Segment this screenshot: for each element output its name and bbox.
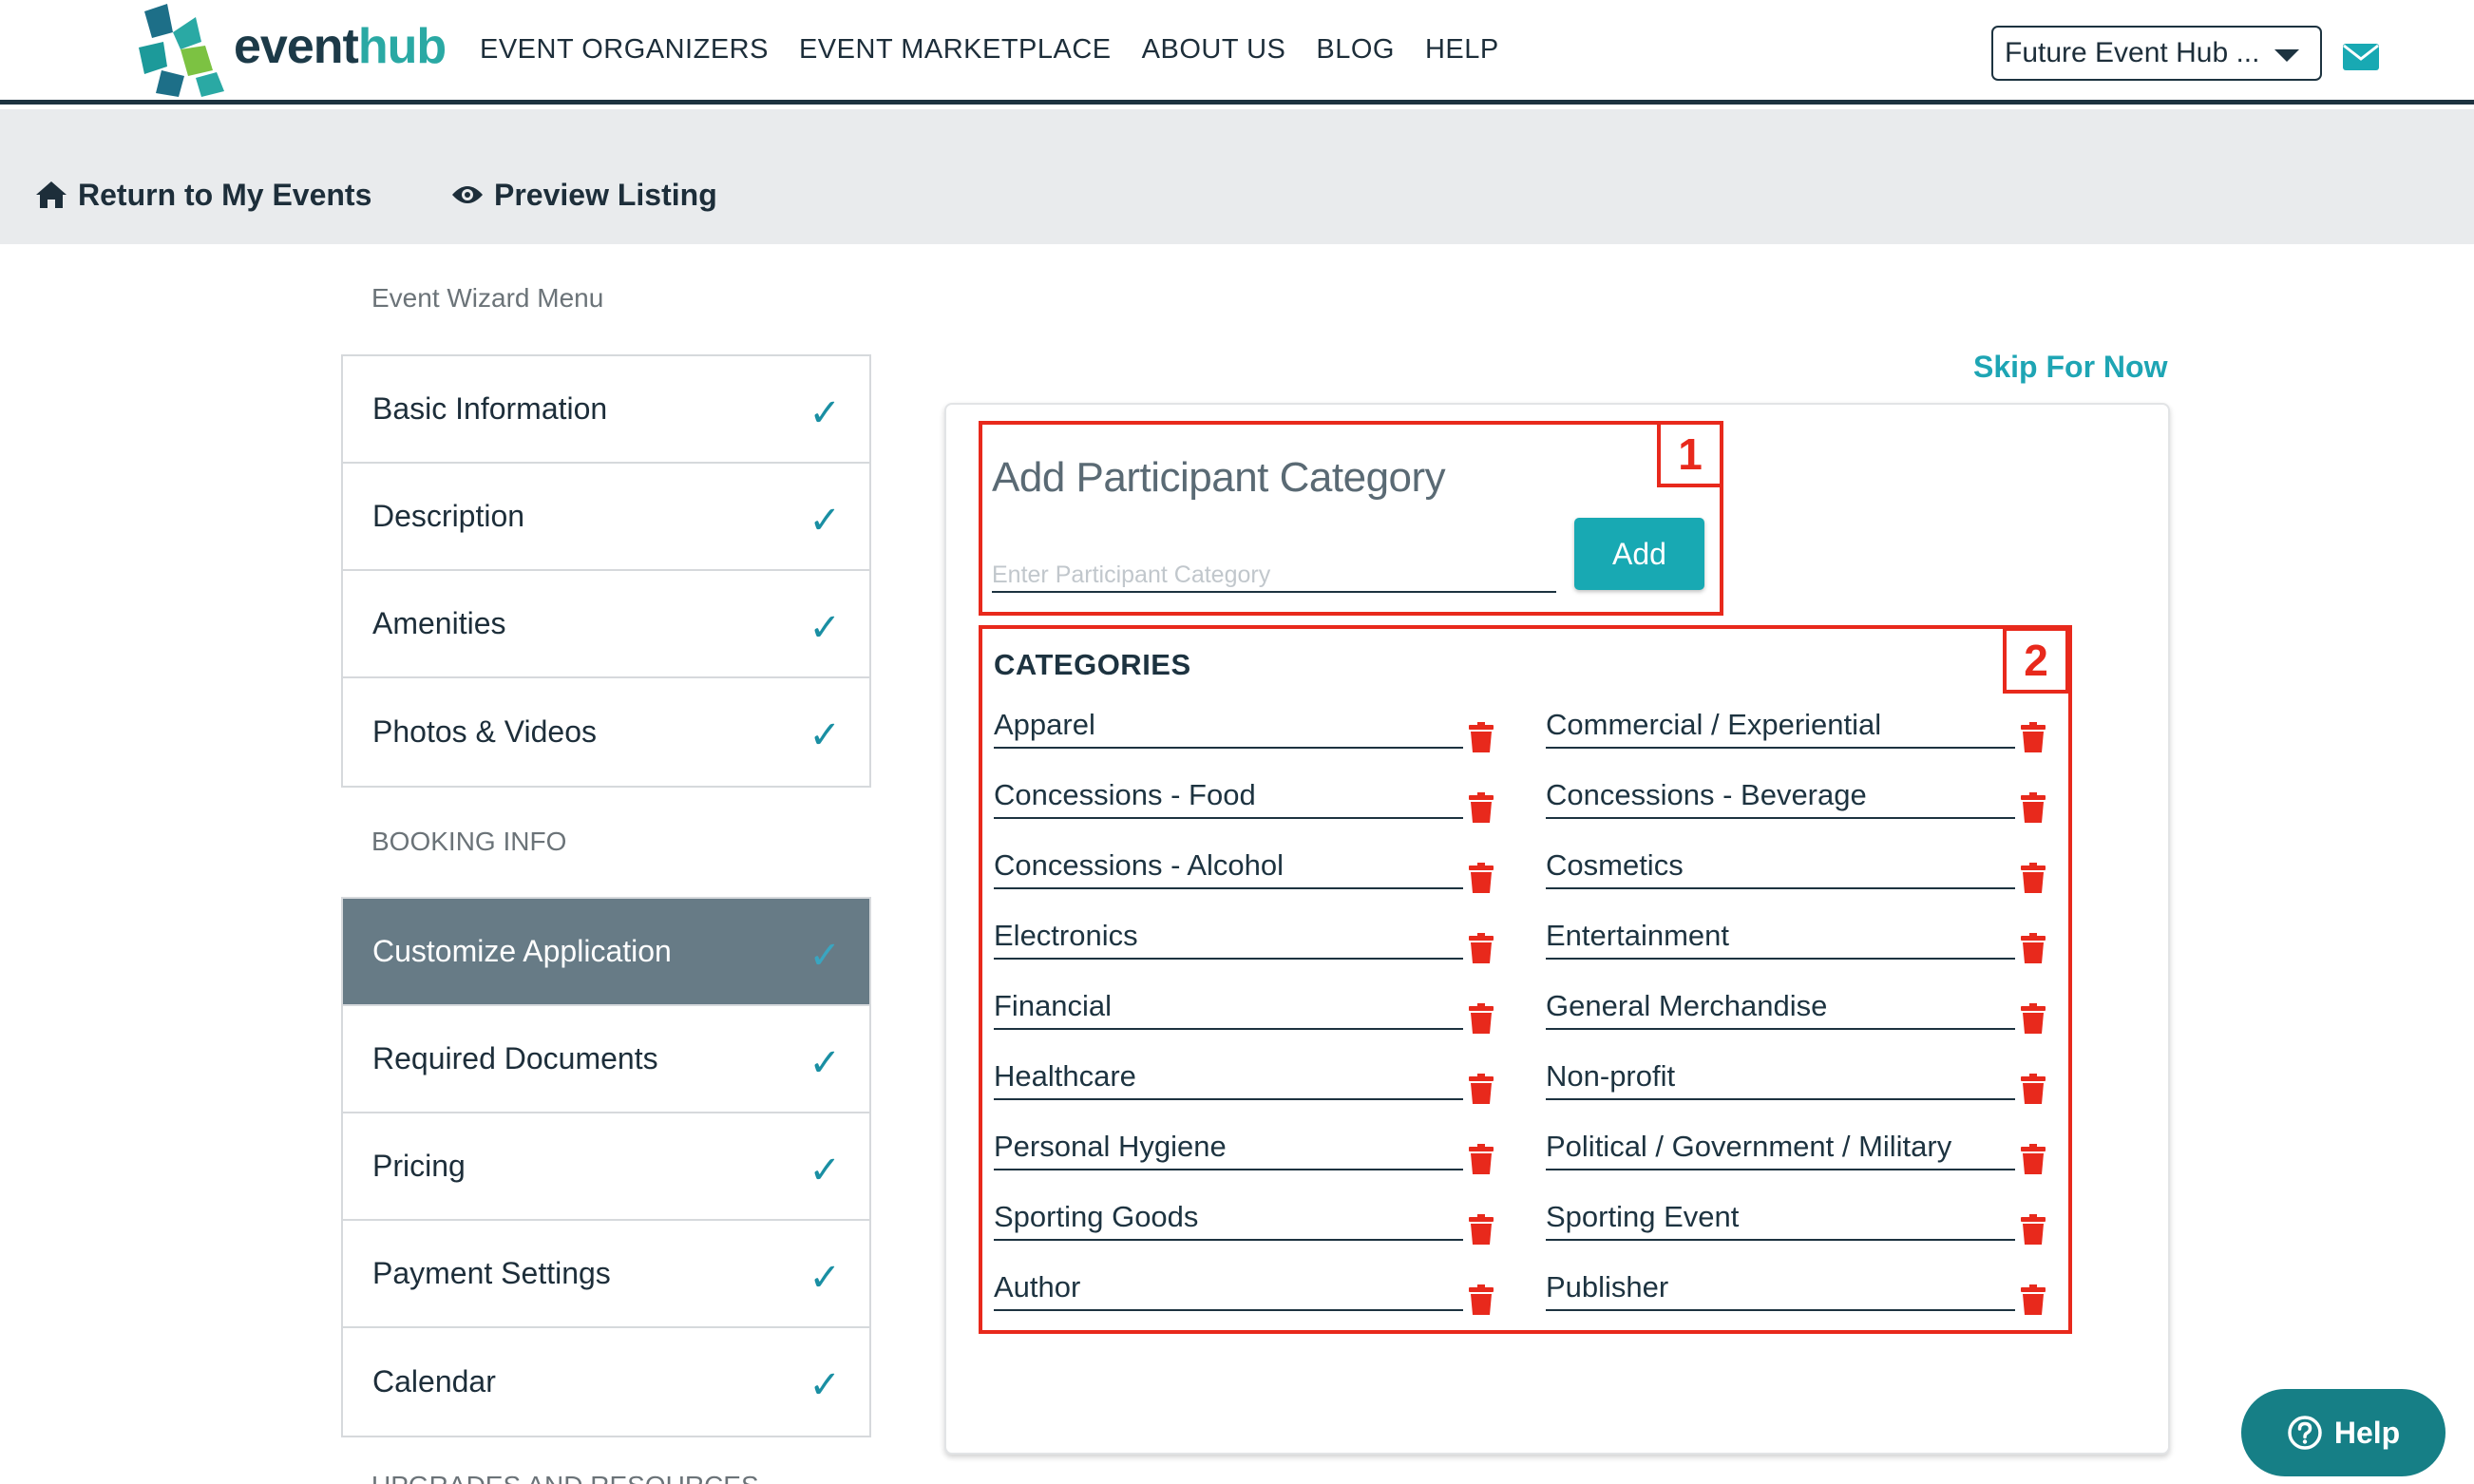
- main-nav: EVENT ORGANIZERS EVENT MARKETPLACE ABOUT…: [480, 34, 1499, 66]
- categories-heading: CATEGORIES: [994, 648, 1191, 681]
- return-to-my-events-link[interactable]: Return to My Events: [34, 176, 371, 214]
- event-action-bar: Return to My Events Preview Listing: [0, 109, 2474, 244]
- category-item[interactable]: Sporting Event: [1546, 1201, 2015, 1241]
- checkmark-icon: ✓: [809, 934, 841, 978]
- question-circle-icon: [2288, 1416, 2322, 1450]
- sidebar-item-label: Basic Information: [372, 391, 608, 426]
- sidebar-item-label: Payment Settings: [372, 1256, 611, 1290]
- trash-icon[interactable]: [2021, 933, 2046, 963]
- category-item[interactable]: Cosmetics: [1546, 849, 2015, 889]
- category-item[interactable]: Sporting Goods: [994, 1201, 1463, 1241]
- envelope-icon[interactable]: [2342, 43, 2380, 71]
- category-item[interactable]: Concessions - Alcohol: [994, 849, 1463, 889]
- account-dropdown-value: Future Event Hub ...: [2005, 37, 2260, 68]
- nav-help[interactable]: HELP: [1425, 34, 1499, 66]
- upgrades-resources-heading: UPGRADES AND RESOURCES: [371, 1471, 759, 1484]
- return-to-my-events-label: Return to My Events: [78, 177, 372, 212]
- sidebar-item-pricing[interactable]: Pricing ✓: [343, 1113, 869, 1221]
- sidebar-item-label: Required Documents: [372, 1041, 658, 1075]
- trash-icon[interactable]: [1469, 1144, 1494, 1174]
- checkmark-icon: ✓: [809, 1363, 841, 1407]
- top-navbar: eventhub EVENT ORGANIZERS EVENT MARKETPL…: [0, 0, 2474, 105]
- trash-icon[interactable]: [2021, 1144, 2046, 1174]
- trash-icon[interactable]: [2021, 1284, 2046, 1315]
- trash-icon[interactable]: [1469, 933, 1494, 963]
- category-item[interactable]: Entertainment: [1546, 920, 2015, 960]
- annotation-badge-2: 2: [2003, 627, 2069, 694]
- checkmark-icon: ✓: [809, 713, 841, 757]
- category-item[interactable]: Apparel: [994, 709, 1463, 749]
- nav-event-marketplace[interactable]: EVENT MARKETPLACE: [799, 34, 1112, 66]
- trash-icon[interactable]: [1469, 722, 1494, 752]
- checkmark-icon: ✓: [809, 606, 841, 650]
- sidebar-item-calendar[interactable]: Calendar ✓: [343, 1328, 869, 1436]
- sidebar-item-label: Description: [372, 499, 525, 533]
- nav-blog[interactable]: BLOG: [1316, 34, 1395, 66]
- category-item[interactable]: Commercial / Experiential: [1546, 709, 2015, 749]
- sidebar-item-label: Calendar: [372, 1364, 496, 1398]
- checkmark-icon: ✓: [809, 391, 841, 435]
- account-dropdown[interactable]: Future Event Hub ...: [1991, 26, 2322, 81]
- preview-listing-label: Preview Listing: [494, 177, 717, 212]
- trash-icon[interactable]: [2021, 1003, 2046, 1034]
- eventhub-logo[interactable]: eventhub: [135, 4, 447, 99]
- category-item[interactable]: Personal Hygiene: [994, 1131, 1463, 1170]
- trash-icon[interactable]: [2021, 722, 2046, 752]
- sidebar-item-required-documents[interactable]: Required Documents ✓: [343, 1006, 869, 1113]
- trash-icon[interactable]: [2021, 1074, 2046, 1104]
- annotation-badge-1: 1: [1657, 421, 1723, 487]
- category-item[interactable]: Non-profit: [1546, 1060, 2015, 1100]
- logo-mark-icon: [139, 4, 224, 97]
- help-label: Help: [2333, 1415, 2401, 1450]
- home-icon: [36, 181, 67, 208]
- category-item[interactable]: Electronics: [994, 920, 1463, 960]
- nav-about-us[interactable]: ABOUT US: [1142, 34, 1286, 66]
- caret-down-icon: [2274, 49, 2299, 62]
- checkmark-icon: ✓: [809, 1041, 841, 1085]
- sidebar-item-label: Amenities: [372, 606, 506, 640]
- booking-info-heading: BOOKING INFO: [371, 827, 567, 856]
- eye-icon: [452, 186, 483, 203]
- help-widget-button[interactable]: Help: [2241, 1389, 2445, 1476]
- trash-icon[interactable]: [1469, 863, 1494, 893]
- trash-icon[interactable]: [1469, 1074, 1494, 1104]
- logo-wordmark: eventhub: [234, 19, 447, 74]
- sidebar-item-basic-information[interactable]: Basic Information ✓: [343, 356, 869, 464]
- trash-icon[interactable]: [2021, 863, 2046, 893]
- wizard-menu-list: Basic Information ✓ Description ✓ Amenit…: [341, 354, 871, 788]
- sidebar-item-label: Customize Application: [372, 934, 672, 968]
- sidebar-item-label: Pricing: [372, 1149, 466, 1183]
- category-item[interactable]: Healthcare: [994, 1060, 1463, 1100]
- category-item[interactable]: Concessions - Food: [994, 779, 1463, 819]
- preview-listing-link[interactable]: Preview Listing: [450, 176, 717, 214]
- trash-icon[interactable]: [1469, 1003, 1494, 1034]
- sidebar-item-description[interactable]: Description ✓: [343, 464, 869, 571]
- category-item[interactable]: Concessions - Beverage: [1546, 779, 2015, 819]
- trash-icon[interactable]: [1469, 792, 1494, 823]
- category-item[interactable]: Publisher: [1546, 1271, 2015, 1311]
- sidebar-item-photos-videos[interactable]: Photos & Videos ✓: [343, 678, 869, 786]
- add-category-button[interactable]: Add: [1574, 518, 1704, 590]
- participant-category-input[interactable]: [992, 559, 1556, 593]
- category-item[interactable]: Political / Government / Military: [1546, 1131, 2015, 1170]
- booking-menu-list: Customize Application ✓ Required Documen…: [341, 897, 871, 1437]
- add-category-title: Add Participant Category: [992, 454, 1446, 501]
- sidebar-item-customize-application[interactable]: Customize Application ✓: [343, 899, 869, 1006]
- trash-icon[interactable]: [2021, 1214, 2046, 1245]
- trash-icon[interactable]: [1469, 1214, 1494, 1245]
- sidebar-item-amenities[interactable]: Amenities ✓: [343, 571, 869, 678]
- skip-for-now-link[interactable]: Skip For Now: [1973, 350, 2167, 385]
- sidebar-item-label: Photos & Videos: [372, 714, 598, 749]
- checkmark-icon: ✓: [809, 1256, 841, 1300]
- sidebar-item-payment-settings[interactable]: Payment Settings ✓: [343, 1221, 869, 1328]
- nav-event-organizers[interactable]: EVENT ORGANIZERS: [480, 34, 769, 66]
- trash-icon[interactable]: [2021, 792, 2046, 823]
- checkmark-icon: ✓: [809, 1149, 841, 1192]
- category-item[interactable]: General Merchandise: [1546, 990, 2015, 1030]
- trash-icon[interactable]: [1469, 1284, 1494, 1315]
- event-wizard-menu-heading: Event Wizard Menu: [371, 283, 604, 313]
- category-item[interactable]: Author: [994, 1271, 1463, 1311]
- category-item[interactable]: Financial: [994, 990, 1463, 1030]
- checkmark-icon: ✓: [809, 499, 841, 542]
